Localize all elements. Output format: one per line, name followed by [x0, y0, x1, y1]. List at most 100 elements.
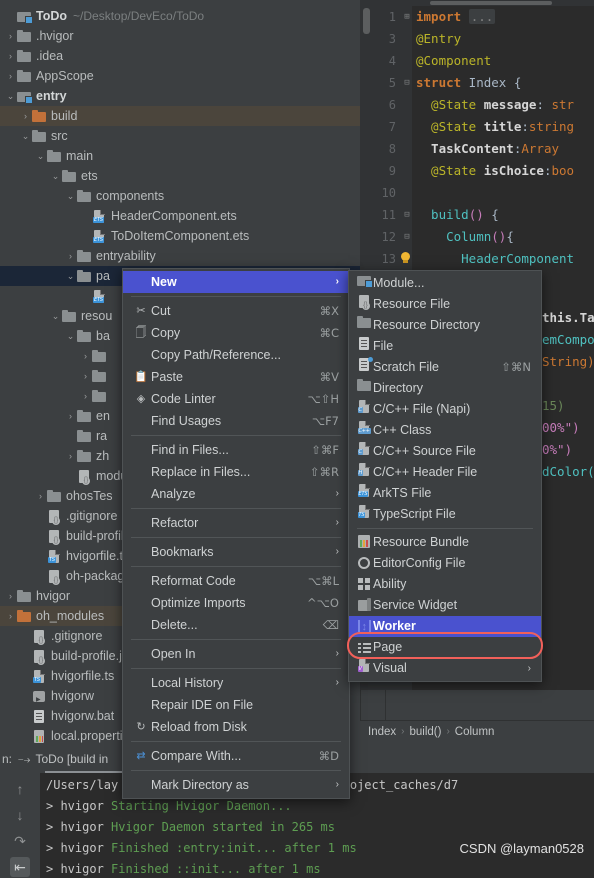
menu-item[interactable]: Page — [349, 637, 541, 658]
tree-disclosure-arrow[interactable]: ⌄ — [64, 326, 77, 346]
menu-item[interactable]: Optimize Imports ^⌥O — [123, 592, 349, 614]
menu-item[interactable]: Resource File — [349, 294, 541, 315]
context-menu[interactable]: New › ✂ Cut ⌘X 🗍 Copy ⌘C Copy Path/Reference... 📋… — [122, 268, 350, 799]
tree-disclosure-arrow[interactable]: › — [4, 586, 17, 606]
menu-item[interactable]: Find Usages ⌥F7 — [123, 410, 349, 432]
menu-item[interactable]: Replace in Files... ⇧⌘R — [123, 461, 349, 483]
menu-item[interactable]: Service Widget — [349, 595, 541, 616]
menu-item[interactable]: Resource Directory — [349, 315, 541, 336]
code-line[interactable]: 8 TaskContent:Array — [360, 138, 594, 160]
tree-disclosure-arrow[interactable]: › — [79, 386, 92, 406]
breadcrumb-item[interactable]: build() — [409, 726, 441, 738]
intention-bulb-icon[interactable] — [400, 252, 412, 264]
fold-marker[interactable]: ⊞ — [402, 6, 412, 28]
menu-item[interactable]: C C/C++ Source File — [349, 441, 541, 462]
tree-disclosure-arrow[interactable]: ⌄ — [64, 266, 77, 286]
breadcrumb-item[interactable]: Index — [368, 726, 396, 738]
bottom-tab-title[interactable]: ToDo [build in — [36, 752, 109, 766]
fold-marker[interactable]: ⊟ — [402, 226, 412, 248]
tree-disclosure-arrow[interactable]: ⌄ — [64, 186, 77, 206]
fold-marker[interactable]: ⊟ — [402, 72, 412, 94]
tree-item[interactable]: ⌄ entry — [0, 86, 360, 106]
menu-item[interactable]: Refactor › — [123, 512, 349, 534]
scroll-up-icon[interactable]: ↑ — [10, 779, 30, 799]
tree-item[interactable]: › build — [0, 106, 360, 126]
code-lines[interactable]: 1 ⊞ import ... 3 @Entry 4 @Component 5 ⊟ struct I… — [360, 6, 594, 270]
code-line[interactable]: 3 @Entry — [360, 28, 594, 50]
menu-item[interactable]: ◈ Code Linter ⌥⇧H — [123, 388, 349, 410]
breadcrumb[interactable]: Index › build() › Column — [360, 720, 594, 742]
tree-disclosure-arrow[interactable]: › — [4, 46, 17, 66]
menu-item[interactable]: H C/C++ Header File — [349, 462, 541, 483]
code-line[interactable]: 9 @State isChoice:boo — [360, 160, 594, 182]
menu-item[interactable]: Find in Files... ⇧⌘F — [123, 439, 349, 461]
menu-item[interactable]: 🗍 Copy ⌘C — [123, 322, 349, 344]
menu-item[interactable]: Open In › — [123, 643, 349, 665]
tree-disclosure-arrow[interactable]: › — [19, 106, 32, 126]
menu-item[interactable]: File — [349, 336, 541, 357]
tree-item[interactable]: ⌄ src — [0, 126, 360, 146]
code-line[interactable]: 6 @State message: str — [360, 94, 594, 116]
hscroll-thumb[interactable] — [430, 1, 552, 5]
scroll-to-end-icon[interactable]: ⇤ — [10, 857, 30, 877]
new-submenu[interactable]: Module... Resource File Resource Directory… — [348, 270, 542, 682]
tree-disclosure-arrow[interactable]: › — [34, 486, 47, 506]
menu-item[interactable]: Directory — [349, 378, 541, 399]
menu-item[interactable]: Copy Path/Reference... — [123, 344, 349, 366]
menu-item[interactable]: ⇄ Compare With... ⌘D — [123, 745, 349, 767]
code-line[interactable]: 13 HeaderComponent — [360, 248, 594, 270]
project-root-row[interactable]: › ToDo ~/Desktop/DevEco/ToDo — [0, 6, 360, 26]
code-line[interactable]: 11 ⊟ build() { — [360, 204, 594, 226]
tree-disclosure-arrow[interactable]: › — [64, 246, 77, 266]
tree-disclosure-arrow[interactable]: ⌄ — [34, 146, 47, 166]
menu-item[interactable]: New › — [123, 271, 349, 293]
tree-disclosure-arrow[interactable]: ⌄ — [19, 126, 32, 146]
menu-item[interactable]: Delete... ⌫ — [123, 614, 349, 636]
tree-item[interactable]: ⌄ ets — [0, 166, 360, 186]
tree-disclosure-arrow[interactable]: › — [79, 366, 92, 386]
code-line[interactable]: 7 @State title:string — [360, 116, 594, 138]
tree-item[interactable]: › .hvigor — [0, 26, 360, 46]
menu-item[interactable]: Reformat Code ⌥⌘L — [123, 570, 349, 592]
tree-disclosure-arrow[interactable]: ⌄ — [49, 306, 62, 326]
menu-item[interactable]: 📋 Paste ⌘V — [123, 366, 349, 388]
tree-disclosure-arrow[interactable]: › — [4, 26, 17, 46]
menu-item[interactable]: Bookmarks › — [123, 541, 349, 563]
tree-disclosure-arrow[interactable]: ⌄ — [4, 86, 17, 106]
menu-item[interactable]: Module... — [349, 273, 541, 294]
code-line[interactable]: 5 ⊟ struct Index { — [360, 72, 594, 94]
menu-item[interactable]: Worker — [349, 616, 541, 638]
fold-marker[interactable]: ⊟ — [402, 204, 412, 226]
code-line[interactable]: 10 — [360, 182, 594, 204]
menu-item[interactable]: ✂ Cut ⌘X — [123, 300, 349, 322]
tree-item[interactable]: › AppScope — [0, 66, 360, 86]
menu-item[interactable]: ETS ArkTS File — [349, 483, 541, 504]
tree-item[interactable]: ⌄ components — [0, 186, 360, 206]
editor-horizontal-scrollbar[interactable] — [360, 0, 594, 6]
menu-item[interactable]: V Visual › — [349, 658, 541, 679]
console-toolbar[interactable]: ↑ ↓ ↷ ⇤ — [0, 773, 40, 878]
tree-disclosure-arrow[interactable]: › — [4, 606, 17, 626]
code-line[interactable]: 4 @Component — [360, 50, 594, 72]
tree-item[interactable]: ETS HeaderComponent.ets — [0, 206, 360, 226]
menu-item[interactable]: Repair IDE on File — [123, 694, 349, 716]
code-line[interactable]: 12 ⊟ Column(){ — [360, 226, 594, 248]
code-line[interactable]: 1 ⊞ import ... — [360, 6, 594, 28]
menu-item[interactable]: ↻ Reload from Disk — [123, 716, 349, 738]
menu-item[interactable]: C++ C++ Class — [349, 420, 541, 441]
tree-disclosure-arrow[interactable]: › — [64, 406, 77, 426]
menu-item[interactable]: Resource Bundle — [349, 532, 541, 553]
scroll-down-icon[interactable]: ↓ — [10, 805, 30, 825]
tree-item[interactable]: › .idea — [0, 46, 360, 66]
tree-disclosure-arrow[interactable]: › — [64, 446, 77, 466]
menu-item[interactable]: C C/C++ File (Napi) — [349, 399, 541, 420]
tree-item[interactable]: ⌄ main — [0, 146, 360, 166]
menu-item[interactable]: EditorConfig File — [349, 553, 541, 574]
tree-disclosure-arrow[interactable]: › — [4, 66, 17, 86]
menu-item[interactable]: Ability — [349, 574, 541, 595]
menu-item[interactable]: Mark Directory as › — [123, 774, 349, 796]
tree-disclosure-arrow[interactable]: › — [79, 346, 92, 366]
menu-item[interactable]: Local History › — [123, 672, 349, 694]
breadcrumb-item[interactable]: Column — [455, 726, 495, 738]
tree-disclosure-arrow[interactable]: ⌄ — [49, 166, 62, 186]
